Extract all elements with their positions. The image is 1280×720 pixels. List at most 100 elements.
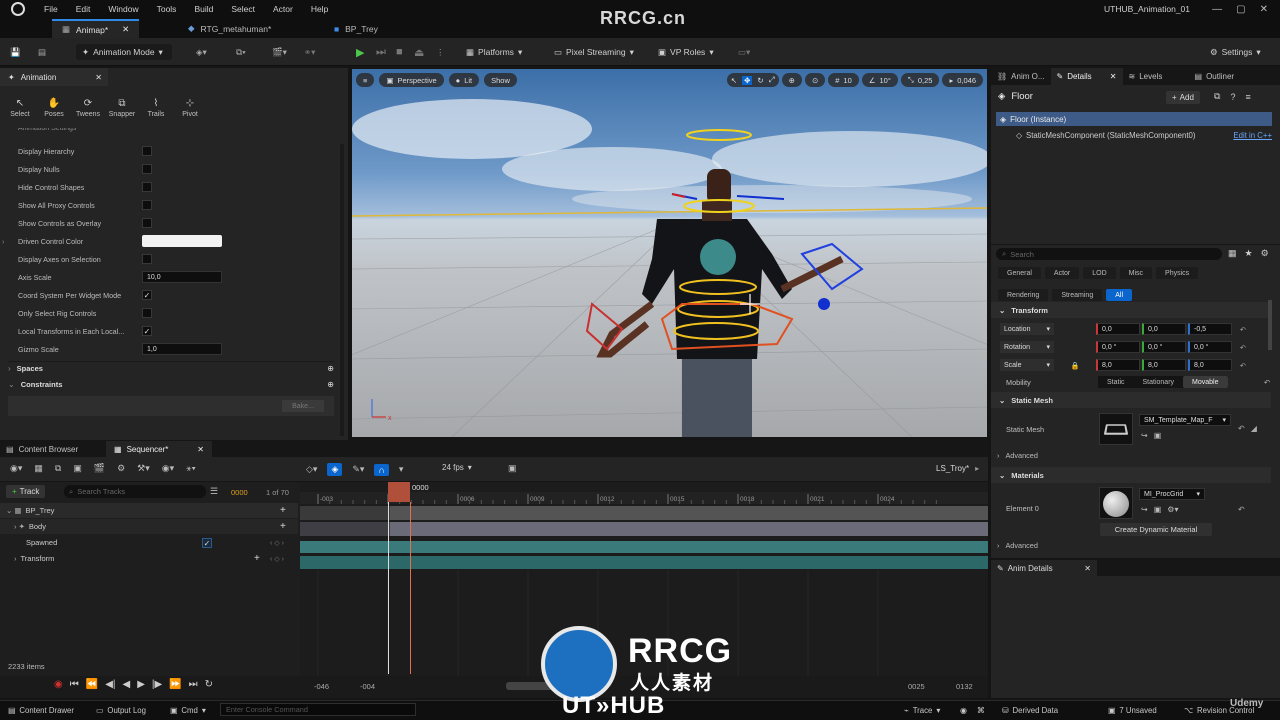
help-icon[interactable]: ? bbox=[1230, 92, 1235, 102]
maximize-icon[interactable]: ▢ bbox=[1236, 4, 1245, 15]
edit-cpp-link[interactable]: Edit in C++ bbox=[1233, 131, 1272, 140]
folder-icon[interactable]: ▣ bbox=[1154, 431, 1162, 440]
setting-checkbox[interactable] bbox=[142, 164, 152, 174]
setting-checkbox[interactable] bbox=[142, 146, 152, 156]
platforms-button[interactable]: ▦ Platforms ▾ bbox=[466, 44, 522, 60]
animation-panel-tab[interactable]: ✦ Animation ✕ bbox=[0, 68, 108, 86]
show-button[interactable]: Show bbox=[484, 73, 517, 87]
tab-animap[interactable]: ▦ Animap* ✕ bbox=[52, 19, 140, 38]
add-circle-icon[interactable]: ⊕ bbox=[327, 364, 334, 373]
filter-icon[interactable]: ⚹▾ bbox=[186, 463, 196, 474]
tab-anim-details[interactable]: ✎ Anim Details ✕ bbox=[991, 560, 1097, 576]
material-thumbnail[interactable] bbox=[1099, 487, 1133, 519]
category-lod[interactable]: LOD bbox=[1083, 267, 1116, 279]
reset-icon[interactable]: ↶ bbox=[1238, 424, 1245, 433]
cmd-button[interactable]: ▣ Cmd ▾ bbox=[170, 700, 206, 720]
details-scrollbar[interactable] bbox=[1268, 300, 1272, 350]
key-icon[interactable]: ◇▾ bbox=[306, 464, 317, 475]
grid-view-icon[interactable]: ▦ bbox=[1228, 248, 1237, 259]
rotate-icon[interactable]: ↻ bbox=[757, 76, 763, 85]
create-dynamic-material-button[interactable]: Create Dynamic Material bbox=[1100, 523, 1212, 536]
rotation-z-field[interactable]: 0,0 ° bbox=[1188, 341, 1232, 353]
add-actor-icon[interactable]: ◈▾ bbox=[196, 44, 207, 60]
mode-dropdown[interactable]: ✦ Animation Mode ▾ bbox=[76, 44, 172, 60]
tab-content-browser[interactable]: ▤ Content Browser bbox=[0, 441, 106, 457]
bp-trey-bar[interactable] bbox=[390, 506, 988, 520]
settings-icon[interactable]: ⚙ bbox=[117, 463, 125, 474]
tab-sequencer[interactable]: ▦ Sequencer* ✕ bbox=[106, 441, 212, 457]
track-expander-icon[interactable]: › ✦ bbox=[14, 522, 25, 531]
step-forward-icon[interactable]: |▶ bbox=[152, 679, 162, 690]
more-icon[interactable]: ⋮ bbox=[436, 44, 445, 60]
menu-edit[interactable]: Edit bbox=[76, 4, 91, 14]
vcam-icon[interactable]: ▭▾ bbox=[738, 44, 750, 60]
close-icon[interactable]: ✕ bbox=[197, 445, 204, 454]
reset-icon[interactable]: ↶ bbox=[1240, 361, 1246, 370]
scale-y-field[interactable]: 8,0 bbox=[1142, 359, 1186, 371]
level-viewport[interactable]: x ≡ ▣ Perspective ● Lit Show ↖ ✥ ↻ ⤢ ⊕ ⊙ #… bbox=[352, 69, 987, 437]
category-actor[interactable]: Actor bbox=[1044, 267, 1080, 279]
location-z-field[interactable]: -0,5 bbox=[1188, 323, 1232, 335]
tool-trails[interactable]: ⌇ Trails bbox=[142, 98, 170, 118]
scrollbar[interactable] bbox=[340, 144, 344, 436]
tool-tweens[interactable]: ⟳ Tweens bbox=[74, 98, 102, 118]
vp-roles-button[interactable]: ▣ VP Roles ▾ bbox=[658, 44, 714, 60]
setting-checkbox[interactable] bbox=[142, 326, 152, 336]
spaces-section[interactable]: › Spaces ⊕ bbox=[8, 361, 334, 375]
range-end[interactable]: 0025 bbox=[908, 682, 925, 691]
track-bp-trey[interactable]: ⌄ ▦ BP_Trey + bbox=[0, 503, 298, 518]
category-general[interactable]: General bbox=[998, 267, 1041, 279]
move-icon[interactable]: ✥ bbox=[742, 75, 753, 85]
world-space-icon[interactable]: ⊕ bbox=[781, 73, 802, 87]
setting-checkbox[interactable] bbox=[142, 254, 152, 264]
perspective-button[interactable]: ▣ Perspective bbox=[379, 73, 444, 87]
rotation-x-field[interactable]: 0,0 ° bbox=[1096, 341, 1140, 353]
details-search-input[interactable]: ⌕ Search bbox=[996, 248, 1222, 260]
link-icon[interactable]: ⚭▾ bbox=[304, 44, 315, 60]
setting-value-field[interactable]: 10,0 bbox=[142, 271, 222, 283]
jump-end-icon[interactable]: ⏭ bbox=[189, 679, 198, 690]
prev-key-icon[interactable]: ⏪ bbox=[86, 679, 98, 690]
content-drawer-button[interactable]: ▤ Content Drawer bbox=[8, 700, 74, 720]
track-transform[interactable]: › Transform + ‹ ◇ › bbox=[0, 551, 298, 566]
menu-tools[interactable]: Tools bbox=[157, 4, 177, 14]
close-icon[interactable]: ✕ bbox=[1084, 564, 1091, 573]
key-nav-icon[interactable]: ‹ ◇ › bbox=[270, 539, 284, 547]
next-key-icon[interactable]: ⏩ bbox=[169, 679, 181, 690]
snap-options-icon[interactable]: ▾ bbox=[399, 464, 404, 475]
select-arrow-icon[interactable]: ↖ bbox=[731, 76, 737, 85]
setting-checkbox[interactable] bbox=[142, 308, 152, 318]
tab-outliner[interactable]: ▤ Outliner bbox=[1189, 68, 1241, 85]
menu-window[interactable]: Window bbox=[108, 4, 138, 14]
sequence-name[interactable]: LS_Troy* ▸ bbox=[936, 464, 979, 473]
scale-icon[interactable]: ⤢ bbox=[769, 75, 775, 85]
play-icon[interactable]: ▶ bbox=[137, 679, 145, 690]
browse-icon[interactable]: ↪ bbox=[1141, 505, 1148, 514]
camera-icon[interactable]: ▣ bbox=[73, 463, 82, 474]
output-log-button[interactable]: ▭ Output Log bbox=[96, 700, 146, 720]
cinematics-icon[interactable]: 🎬▾ bbox=[272, 44, 287, 60]
star-icon[interactable]: ★ bbox=[1245, 248, 1253, 259]
reset-icon[interactable]: ↶ bbox=[1264, 378, 1270, 387]
close-icon[interactable]: ✕ bbox=[122, 24, 129, 35]
brush-icon[interactable]: ✎▾ bbox=[352, 464, 364, 475]
step-back-icon[interactable]: ◀| bbox=[105, 679, 115, 690]
curve-editor-icon[interactable]: ▣ bbox=[508, 463, 517, 474]
category-rendering[interactable]: Rendering bbox=[998, 289, 1049, 301]
category-streaming[interactable]: Streaming bbox=[1052, 289, 1103, 301]
close-icon[interactable]: ✕ bbox=[1110, 72, 1117, 81]
category-misc[interactable]: Misc bbox=[1119, 267, 1153, 279]
scale-z-field[interactable]: 8,0 bbox=[1188, 359, 1232, 371]
spawned-checkbox[interactable] bbox=[202, 537, 212, 548]
advanced-expander-materials[interactable]: › Advanced bbox=[997, 541, 1038, 550]
track-spawned[interactable]: Spawned‹ ◇ › bbox=[0, 535, 298, 550]
track-expander-icon[interactable]: ⌄ ▦ bbox=[6, 506, 21, 515]
materials-section-header[interactable]: ⌄ Materials bbox=[991, 467, 1271, 483]
chevron-right-icon[interactable]: › bbox=[2, 237, 4, 246]
lit-button[interactable]: ● Lit bbox=[448, 73, 480, 87]
scale-dropdown[interactable]: Scale ▾ bbox=[1000, 359, 1054, 371]
rotation-dropdown[interactable]: Rotation ▾ bbox=[1000, 341, 1054, 353]
range-end-outer[interactable]: 0132 bbox=[956, 682, 973, 691]
view-icon[interactable]: ◉▾ bbox=[162, 463, 174, 474]
range-start[interactable]: -046 bbox=[314, 682, 329, 691]
